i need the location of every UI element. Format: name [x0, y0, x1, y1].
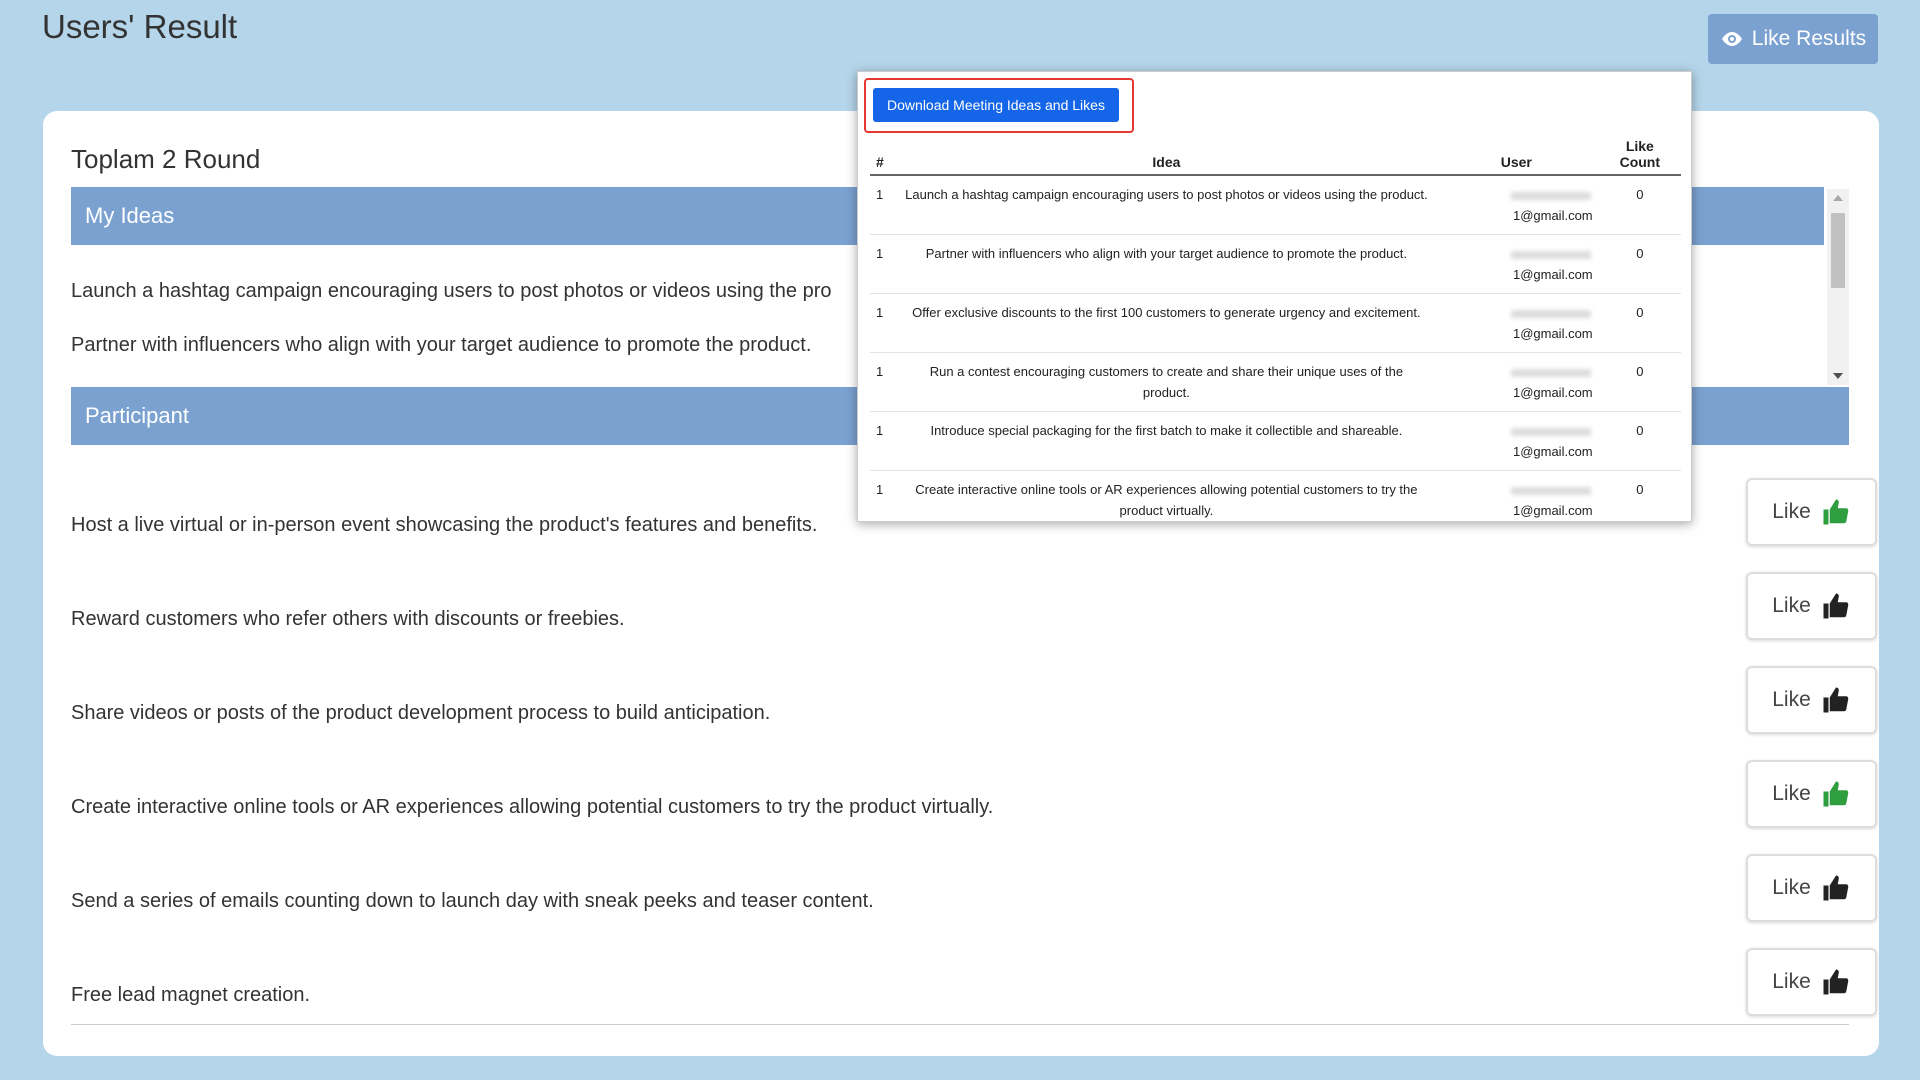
like-button[interactable]: Like: [1746, 760, 1877, 828]
row-idea: Introduce special packaging for the firs…: [898, 411, 1434, 471]
like-label: Like: [1772, 970, 1811, 993]
row-number: 1: [876, 482, 884, 497]
like-button[interactable]: Like: [1746, 572, 1877, 640]
row-user-email: 1@gmail.com: [1512, 385, 1593, 400]
row-user: 1@gmail.com: [1434, 471, 1599, 530]
page-title: Users' Result: [42, 8, 238, 45]
row-user: 1@gmail.com: [1433, 293, 1599, 353]
row-number: 1: [870, 411, 899, 471]
participant-idea-text: Send a series of emails counting down to…: [71, 890, 874, 912]
table-row: 1 Create interactive online tools or AR …: [870, 471, 1681, 530]
eye-icon: [1721, 32, 1742, 46]
like-label: Like: [1772, 594, 1811, 617]
results-table: # Idea User Like Count 1 Launch a hashta…: [870, 125, 1681, 529]
row-idea: Launch a hashtag campaign encouraging us…: [898, 175, 1434, 235]
like-label: Like: [1772, 782, 1811, 805]
row-like-count: 0: [1598, 411, 1681, 471]
like-label: Like: [1772, 876, 1811, 899]
row-idea: Run a contest encouraging customers to c…: [898, 352, 1434, 412]
thumbs-up-icon: [1823, 687, 1849, 713]
scroll-up-icon[interactable]: [1833, 195, 1843, 201]
scroll-down-icon[interactable]: [1833, 373, 1843, 379]
table-row: 1 Offer exclusive discounts to the first…: [870, 293, 1681, 353]
row-like-count: 0: [1636, 482, 1644, 497]
redacted-username: [1510, 191, 1591, 200]
column-header-idea: Idea: [898, 125, 1434, 176]
row-user: 1@gmail.com: [1433, 352, 1599, 412]
participant-idea-text: Reward customers who refer others with d…: [71, 608, 625, 630]
thumbs-up-icon: [1823, 875, 1849, 901]
like-button[interactable]: Like: [1746, 854, 1877, 922]
row-idea: Create interactive online tools or AR ex…: [915, 482, 1418, 518]
thumbs-up-icon: [1823, 499, 1849, 525]
like-button[interactable]: Like: [1746, 666, 1877, 734]
participant-idea-row: Share videos or posts of the product dev…: [71, 666, 1877, 760]
row-idea: Partner with influencers who align with …: [898, 234, 1434, 294]
row-user: 1@gmail.com: [1433, 234, 1599, 294]
redacted-username: [1510, 250, 1591, 259]
column-header-user: User: [1433, 125, 1599, 176]
participant-idea-text: Share videos or posts of the product dev…: [71, 702, 771, 724]
table-row: 1 Partner with influencers who align wit…: [870, 234, 1681, 294]
table-row: 1 Launch a hashtag campaign encouraging …: [870, 175, 1681, 235]
redacted-username: [1510, 427, 1591, 436]
row-user-email: 1@gmail.com: [1512, 444, 1593, 459]
scrollbar-thumb[interactable]: [1831, 213, 1845, 288]
round-title: Toplam 2 Round: [71, 144, 261, 174]
row-like-count: 0: [1598, 234, 1681, 294]
row-number: 1: [870, 293, 899, 353]
row-user: 1@gmail.com: [1433, 175, 1599, 235]
table-header-row: # Idea User Like Count: [870, 125, 1681, 176]
redacted-username: [1510, 486, 1591, 495]
row-number: 1: [870, 175, 899, 235]
participant-idea-text: Host a live virtual or in-person event s…: [71, 514, 818, 536]
column-header-number: #: [870, 125, 899, 176]
table-row: 1 Introduce special packaging for the fi…: [870, 411, 1681, 471]
row-like-count: 0: [1598, 175, 1681, 235]
row-idea: Offer exclusive discounts to the first 1…: [898, 293, 1434, 353]
row-user-email: 1@gmail.com: [1512, 326, 1593, 341]
like-results-popup: Download Meeting Ideas and Likes # Idea …: [857, 71, 1692, 522]
redacted-username: [1510, 368, 1591, 377]
like-button[interactable]: Like: [1746, 948, 1877, 1016]
row-like-count: 0: [1598, 293, 1681, 353]
scrollbar[interactable]: [1827, 189, 1849, 385]
row-like-count: 0: [1598, 352, 1681, 412]
row-user: 1@gmail.com: [1433, 411, 1599, 471]
table-row: 1 Run a contest encouraging customers to…: [870, 352, 1681, 412]
like-label: Like: [1772, 688, 1811, 711]
row-number: 1: [870, 352, 899, 412]
row-user-email: 1@gmail.com: [1512, 208, 1593, 223]
participant-idea-text: Free lead magnet creation.: [71, 984, 311, 1006]
my-idea-item: Partner with influencers who align with …: [71, 334, 812, 356]
participant-idea-row: Reward customers who refer others with d…: [71, 572, 1877, 666]
thumbs-up-icon: [1823, 781, 1849, 807]
participant-idea-row: Send a series of emails counting down to…: [71, 854, 1877, 948]
divider: [71, 1024, 1849, 1025]
like-results-label: Like Results: [1751, 27, 1867, 50]
like-results-button[interactable]: Like Results: [1708, 14, 1878, 64]
my-idea-item: Launch a hashtag campaign encouraging us…: [71, 280, 832, 302]
row-number: 1: [870, 234, 899, 294]
like-label: Like: [1772, 500, 1811, 523]
download-ideas-button[interactable]: Download Meeting Ideas and Likes: [873, 88, 1119, 122]
participant-idea-row: Create interactive online tools or AR ex…: [71, 760, 1877, 854]
participant-idea-text: Create interactive online tools or AR ex…: [71, 796, 994, 818]
redacted-username: [1510, 309, 1591, 318]
thumbs-up-icon: [1823, 969, 1849, 995]
participant-idea-row: Free lead magnet creation. Like: [71, 948, 1877, 1042]
thumbs-up-icon: [1823, 593, 1849, 619]
like-button[interactable]: Like: [1746, 478, 1877, 546]
row-user-email: 1@gmail.com: [1512, 267, 1593, 282]
row-user-email: 1@gmail.com: [1512, 503, 1593, 518]
column-header-like-count: Like Count: [1598, 125, 1681, 176]
